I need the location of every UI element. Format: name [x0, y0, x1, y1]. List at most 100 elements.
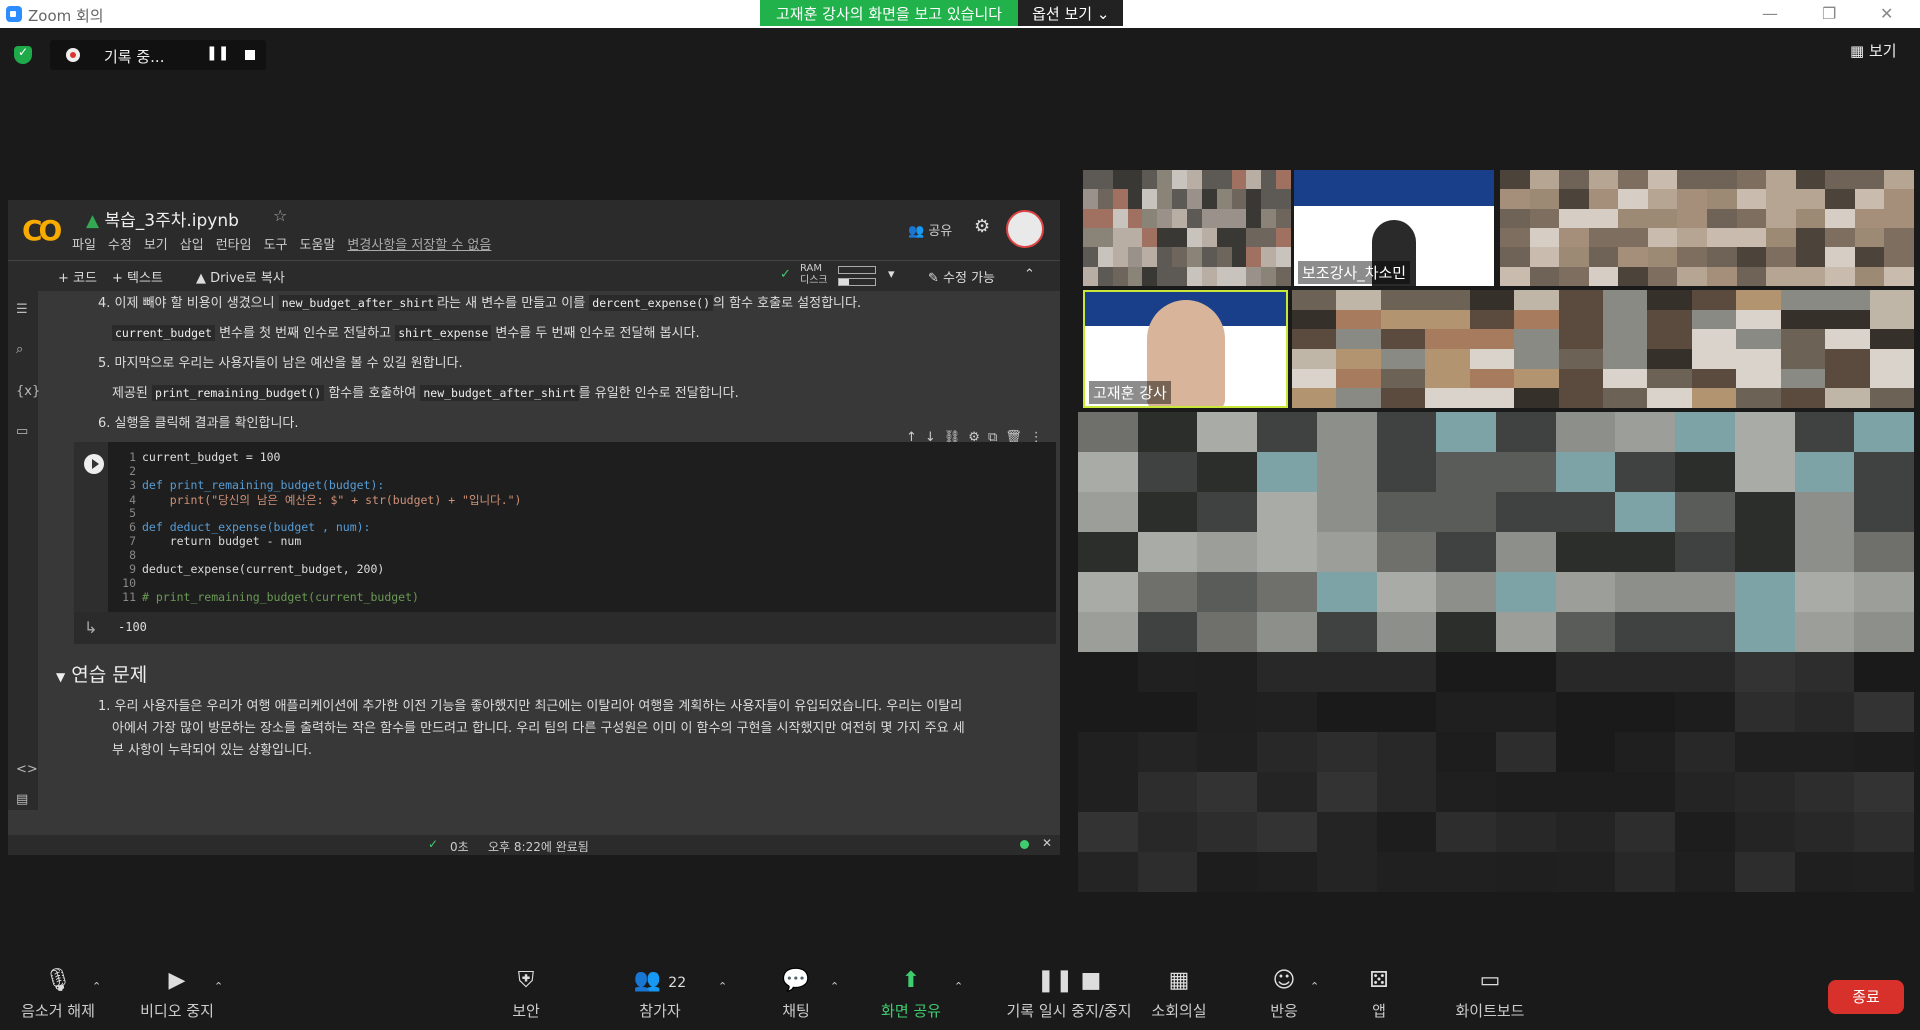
video-pixel — [1736, 329, 1781, 349]
video-pixel — [1201, 189, 1217, 209]
participant-tile-host[interactable]: 고재훈 강사 — [1083, 290, 1288, 408]
section-heading[interactable]: ▼ 연습 문제 — [56, 660, 147, 687]
participants-button[interactable]: 👥 22 참가자 — [630, 968, 690, 1021]
code-text-9: deduct_expense(current_budget, 200) — [142, 562, 385, 576]
ram-disk-indicator[interactable]: RAM 디스크 — [800, 263, 828, 287]
end-meeting-button[interactable]: 종료 — [1828, 980, 1904, 1014]
command-palette-icon[interactable]: ▤ — [16, 792, 28, 807]
video-pixel — [1078, 852, 1138, 892]
video-pixel — [1336, 368, 1381, 389]
variables-icon[interactable]: {x} — [16, 384, 40, 399]
video-pixel — [1436, 612, 1496, 652]
chat-options-icon[interactable]: ⌃ — [830, 980, 839, 993]
video-pixel — [1706, 266, 1737, 286]
copy-to-drive-button[interactable]: ▲ Drive로 복사 — [196, 267, 285, 286]
menu-runtime[interactable]: 런타임 — [216, 234, 252, 253]
add-code-button[interactable]: + 코드 — [58, 267, 97, 286]
menu-help[interactable]: 도움말 — [300, 234, 336, 253]
share-button[interactable]: 👥 공유 — [908, 220, 952, 239]
participant-tile[interactable] — [1083, 170, 1291, 286]
status-close-icon[interactable]: ✕ — [1042, 836, 1052, 850]
user-avatar[interactable] — [1006, 210, 1044, 248]
video-pixel — [1675, 572, 1735, 612]
menu-insert[interactable]: 삽입 — [180, 234, 204, 253]
files-icon[interactable]: ▭ — [16, 424, 28, 439]
security-button[interactable]: ⛨ 보안 — [506, 968, 546, 1021]
share-screen-button[interactable]: ⬆ 화면 공유 — [876, 968, 946, 1021]
video-pixel — [1677, 189, 1707, 209]
stop-recording-icon[interactable] — [245, 50, 255, 60]
video-pixel — [1615, 612, 1676, 652]
breakout-rooms-button[interactable]: ▦ 소회의실 — [1148, 968, 1210, 1021]
assistant-name: 보조강사_차소민 — [1298, 261, 1411, 284]
video-pixel — [1795, 189, 1826, 209]
menu-view[interactable]: 보기 — [144, 234, 168, 253]
add-text-button[interactable]: + 텍스트 — [112, 267, 163, 286]
host-name: 고재훈 강사 — [1089, 381, 1171, 404]
audio-options-icon[interactable]: ⌃ — [92, 980, 101, 993]
runtime-dropdown-icon[interactable]: ▾ — [888, 267, 895, 282]
whiteboard-icon: ▭ — [1479, 968, 1501, 993]
star-icon[interactable]: ☆ — [273, 206, 287, 225]
menu-file[interactable]: 파일 — [72, 234, 96, 253]
participant-tile-assistant[interactable]: 보조강사_차소민 — [1294, 170, 1494, 286]
view-options-button[interactable]: 옵션 보기 ⌄ — [1018, 0, 1124, 26]
video-pixel — [1677, 247, 1707, 267]
stop-video-button[interactable]: ▶ 비디오 중지 — [132, 968, 222, 1021]
participants-options-icon[interactable]: ⌃ — [718, 980, 727, 993]
instruction-4-cont: current_budget 변수를 첫 번째 인수로 전달하고 shirt_e… — [112, 322, 700, 341]
recording-control-button[interactable]: ❚❚ ■ 기록 일시 중지/중지 — [984, 968, 1154, 1021]
view-button[interactable]: ▦ 보기 — [1850, 40, 1897, 61]
maximize-icon[interactable]: ❐ — [1822, 4, 1836, 23]
video-pixel — [1496, 772, 1556, 812]
instr-5a: 제공된 — [112, 386, 148, 401]
participant-tile[interactable] — [1078, 412, 1914, 652]
settings-gear-icon[interactable]: ⚙ — [974, 216, 990, 237]
unmute-button[interactable]: 🎙 음소거 해제 — [18, 968, 98, 1021]
pause-recording-icon[interactable]: ❚❚ — [206, 45, 229, 61]
code-line-4: 4 print("당신의 남은 예산은: $" + str(budget) + … — [129, 493, 522, 507]
video-pixel — [1186, 266, 1202, 286]
collapse-header-icon[interactable]: ⌃ — [1024, 267, 1035, 282]
people-icon: 👥 — [908, 224, 925, 239]
video-options-icon[interactable]: ⌃ — [214, 980, 223, 993]
share-options-icon[interactable]: ⌃ — [954, 980, 963, 993]
video-pixel — [1736, 309, 1781, 330]
video-pixel — [1231, 208, 1247, 228]
unsaved-changes-link[interactable]: 변경사항을 저장할 수 없음 — [347, 234, 491, 253]
video-pixel — [1647, 189, 1678, 209]
video-pixel — [1734, 492, 1795, 532]
video-pixel — [1246, 189, 1262, 209]
security-shield-icon[interactable] — [14, 45, 32, 64]
output-icon[interactable]: ↳ — [84, 618, 97, 637]
video-pixel — [1854, 532, 1914, 572]
code-snippets-icon[interactable]: <> — [16, 762, 38, 777]
notebook-title[interactable]: ▲ 복습_3주차.ipynb — [86, 206, 239, 231]
video-pixel — [1675, 412, 1735, 452]
search-icon[interactable]: ⌕ — [16, 342, 23, 357]
collapse-section-icon[interactable]: ▼ — [56, 670, 65, 684]
reactions-button[interactable]: ☺ 반응 — [1264, 968, 1304, 1021]
toc-icon[interactable]: ☰ — [16, 302, 28, 317]
code-cell[interactable]: 1 current_budget = 100 2 3 def print_remai… — [74, 442, 1056, 612]
edit-mode-button[interactable]: ✎ 수정 가능 — [928, 267, 995, 286]
video-pixel — [1884, 266, 1914, 286]
run-cell-button[interactable] — [84, 454, 104, 474]
apps-button[interactable]: ⚄ 앱 — [1364, 968, 1394, 1021]
video-pixel — [1157, 170, 1173, 190]
code-line-7: 7 return budget - num — [129, 534, 302, 548]
participant-tile[interactable] — [1292, 290, 1914, 408]
video-pixel — [1246, 208, 1262, 228]
menu-edit[interactable]: 수정 — [108, 234, 132, 253]
participant-tile[interactable] — [1078, 652, 1914, 892]
video-pixel — [1137, 772, 1198, 812]
chat-button[interactable]: 💬 채팅 — [776, 968, 816, 1021]
video-pixel — [1078, 572, 1138, 612]
reactions-options-icon[interactable]: ⌃ — [1310, 980, 1319, 993]
participant-tile[interactable] — [1500, 170, 1914, 286]
whiteboard-button[interactable]: ▭ 화이트보드 — [1450, 968, 1530, 1021]
minimize-icon[interactable]: — — [1762, 4, 1778, 23]
video-pixel — [1336, 329, 1381, 349]
close-icon[interactable]: ✕ — [1880, 4, 1893, 23]
menu-tools[interactable]: 도구 — [264, 234, 288, 253]
